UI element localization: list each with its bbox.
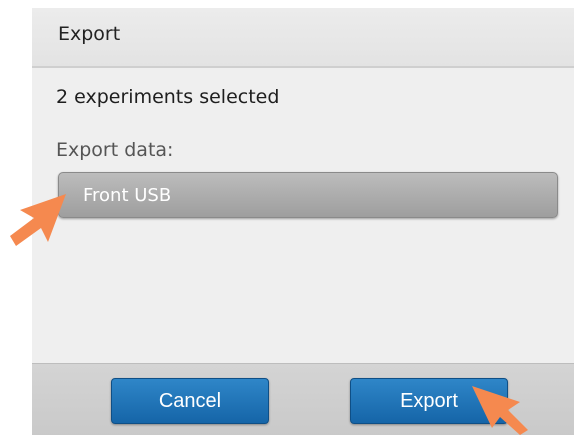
dialog-body: 2 experiments selected Export data: Fron… <box>32 68 574 363</box>
export-dialog: Export 2 experiments selected Export dat… <box>32 8 574 435</box>
pointer-arrow-icon <box>472 386 528 435</box>
cancel-button[interactable]: Cancel <box>111 378 269 424</box>
dialog-header: Export <box>32 8 574 68</box>
export-destination-value: Front USB <box>83 185 172 206</box>
export-data-label: Export data: <box>56 139 174 161</box>
selected-count-text: 2 experiments selected <box>56 86 280 108</box>
export-destination-select[interactable]: Front USB <box>58 172 558 218</box>
pointer-arrow-icon <box>10 194 66 246</box>
dialog-title: Export <box>58 23 121 45</box>
